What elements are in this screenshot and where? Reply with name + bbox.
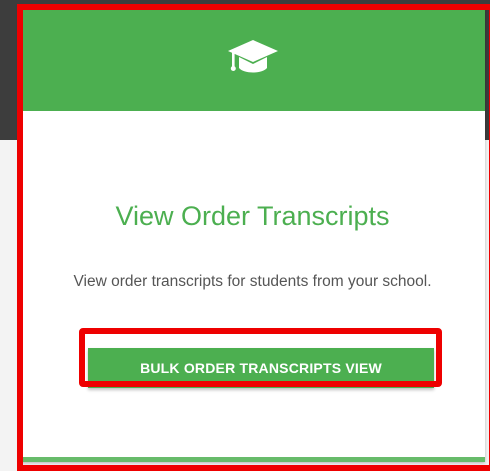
bulk-order-transcripts-view-button[interactable]: BULK ORDER TRANSCRIPTS VIEW <box>88 348 434 388</box>
card-bottom-accent <box>20 457 485 462</box>
card-title: View Order Transcripts <box>115 201 390 231</box>
graduation-cap-icon <box>227 39 278 72</box>
card-header <box>20 8 485 111</box>
card-description: View order transcripts for students from… <box>73 273 432 290</box>
view-order-transcripts-card: View Order Transcripts View order transc… <box>20 8 485 462</box>
